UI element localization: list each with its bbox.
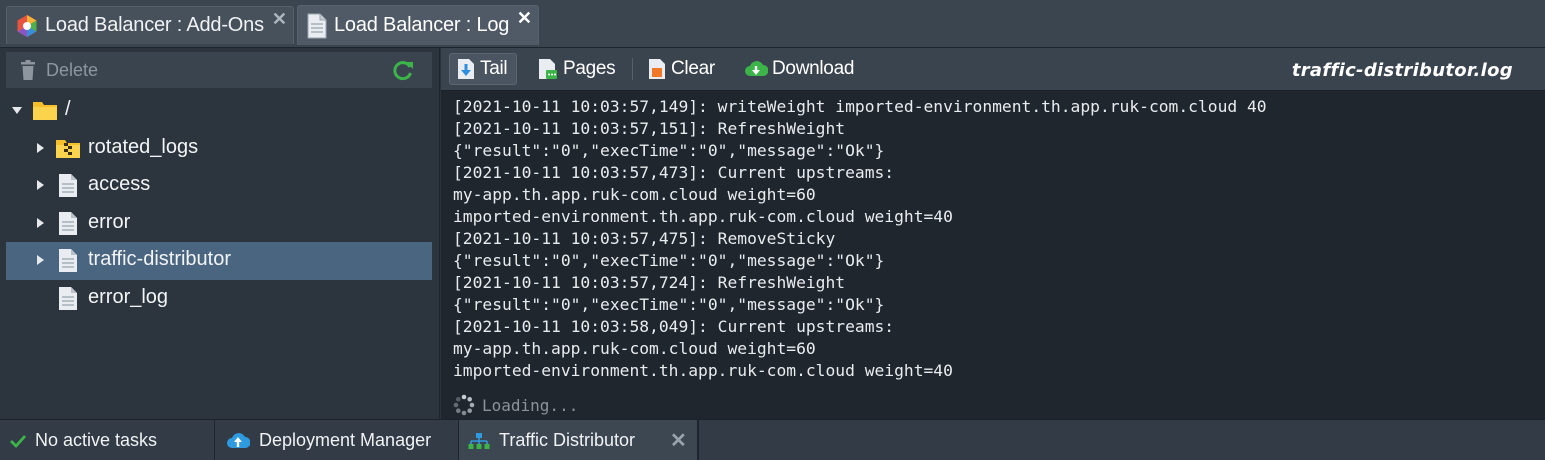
log-line: imported-environment.th.app.ruk-com.clou… — [453, 361, 953, 380]
tree-item-label: access — [88, 173, 151, 195]
trash-icon — [20, 60, 36, 80]
tree-root[interactable]: / — [6, 92, 432, 130]
tree-item-traffic-distributor[interactable]: traffic-distributor — [6, 242, 432, 280]
delete-label: Delete — [46, 59, 99, 80]
log-file-icon — [306, 13, 328, 39]
traffic-distributor-tab[interactable]: Traffic Distributor — [468, 420, 635, 460]
log-file-name: traffic-distributor.log — [1291, 60, 1513, 81]
pages-label: Pages — [563, 58, 616, 79]
file-icon — [57, 248, 79, 279]
tab-log[interactable]: Load Balancer : Log ✕ — [297, 5, 539, 45]
close-icon[interactable]: ✕ — [272, 9, 287, 30]
log-line: [2021-10-11 10:03:57,149]: writeWeight i… — [453, 97, 1267, 116]
delete-button[interactable]: Delete — [20, 60, 98, 81]
log-toolbar: Tail Pages Clear Download traffic-distri… — [441, 48, 1545, 91]
status-divider — [698, 420, 699, 460]
log-line: {"result":"0","execTime":"0","message":"… — [453, 141, 885, 160]
tree-root-label: / — [65, 98, 71, 120]
log-line: [2021-10-11 10:03:57,724]: RefreshWeight — [453, 273, 846, 292]
expand-arrow-icon[interactable] — [37, 217, 44, 228]
tree-item-label: rotated_logs — [88, 135, 199, 158]
cloud-download-icon — [744, 59, 768, 79]
tree-item-label: error_log — [88, 285, 169, 308]
tasks-label: No active tasks — [35, 430, 158, 450]
tail-label: Tail — [480, 58, 508, 79]
pages-button[interactable]: Pages — [531, 53, 619, 85]
tasks-status[interactable]: No active tasks — [10, 420, 157, 460]
check-icon — [10, 434, 26, 448]
deployment-manager-tab[interactable]: Deployment Manager — [226, 420, 431, 460]
network-icon — [468, 432, 490, 450]
file-browser-toolbar: Delete — [6, 52, 432, 88]
log-line: [2021-10-11 10:03:57,151]: RefreshWeight — [453, 119, 846, 138]
download-label: Download — [772, 58, 855, 79]
log-line: {"result":"0","execTime":"0","message":"… — [453, 295, 885, 314]
expand-arrow-icon[interactable] — [37, 142, 44, 153]
log-line: [2021-10-11 10:03:57,473]: Current upstr… — [453, 163, 895, 182]
expand-arrow-icon[interactable] — [12, 107, 22, 114]
file-icon — [57, 211, 79, 242]
tab-label: Load Balancer : Add-Ons — [45, 14, 264, 36]
traffic-label: Traffic Distributor — [499, 430, 636, 450]
expand-arrow-icon[interactable] — [37, 180, 44, 190]
addons-icon — [15, 14, 39, 38]
file-icon — [57, 286, 79, 317]
expand-arrow-icon[interactable] — [37, 255, 44, 265]
deployment-label: Deployment Manager — [259, 430, 432, 450]
folder-icon — [32, 99, 58, 127]
log-line: my-app.th.app.ruk-com.cloud weight=60 — [453, 339, 816, 358]
tree-item-access[interactable]: access — [6, 167, 432, 205]
file-icon — [57, 173, 79, 204]
pages-icon — [537, 58, 559, 80]
tail-icon — [456, 58, 476, 80]
toolbar-divider — [632, 58, 633, 80]
download-button[interactable]: Download — [738, 53, 856, 85]
clear-label: Clear — [671, 58, 715, 79]
log-content: [2021-10-11 10:03:57,149]: writeWeight i… — [453, 96, 1538, 382]
log-viewer-panel: Tail Pages Clear Download traffic-distri… — [441, 48, 1545, 419]
log-line: {"result":"0","execTime":"0","message":"… — [453, 251, 885, 270]
tab-strip: Load Balancer : Add-Ons ✕ Load Balancer … — [0, 0, 1545, 48]
status-bar: No active tasks Deployment Manager Traff… — [0, 419, 1545, 460]
cloud-upload-icon — [226, 431, 250, 451]
file-browser-panel: Delete / rotated_logs access error traff… — [0, 48, 440, 419]
tree-item-label: traffic-distributor — [88, 248, 232, 270]
refresh-icon[interactable] — [392, 59, 414, 86]
tree-item-error-log[interactable]: error_log — [6, 280, 432, 318]
log-line: imported-environment.th.app.ruk-com.clou… — [453, 207, 953, 226]
clear-icon — [647, 58, 667, 80]
log-line: my-app.th.app.ruk-com.cloud weight=60 — [453, 185, 816, 204]
close-icon[interactable]: ✕ — [670, 428, 687, 453]
spinner-icon — [453, 394, 475, 416]
tree-item-label: error — [88, 210, 131, 233]
log-line: [2021-10-11 10:03:57,475]: RemoveSticky — [453, 229, 836, 248]
tab-label: Load Balancer : Log — [334, 14, 510, 36]
tail-button[interactable]: Tail — [449, 53, 517, 85]
tree-item-rotated-logs[interactable]: rotated_logs — [6, 130, 432, 168]
tab-addons[interactable]: Load Balancer : Add-Ons ✕ — [6, 6, 294, 44]
loading-label: Loading... — [482, 395, 579, 415]
clear-button[interactable]: Clear — [641, 53, 725, 85]
status-divider — [214, 420, 215, 460]
loading-indicator: Loading... — [453, 394, 578, 416]
file-tree: / rotated_logs access error traffic-dist… — [6, 92, 432, 317]
log-line: [2021-10-11 10:03:58,049]: Current upstr… — [453, 317, 895, 336]
archive-folder-icon — [55, 137, 81, 165]
close-icon[interactable]: ✕ — [517, 8, 532, 29]
tree-item-error[interactable]: error — [6, 205, 432, 243]
